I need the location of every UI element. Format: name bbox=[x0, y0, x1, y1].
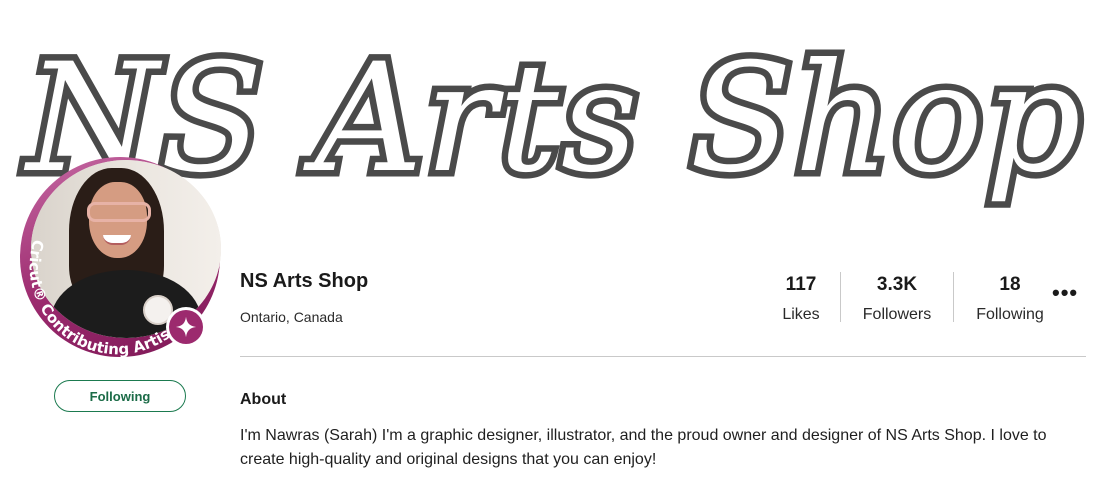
profile-location: Ontario, Canada bbox=[240, 309, 343, 325]
profile-name: NS Arts Shop bbox=[240, 270, 369, 292]
following-button[interactable]: Following bbox=[54, 380, 186, 412]
sparkle-icon bbox=[175, 316, 197, 338]
svg-text:Cricut® Contributing Artist: Cricut® Contributing Artist bbox=[20, 157, 173, 357]
followers-count: 3.3K bbox=[876, 274, 918, 295]
stat-following[interactable]: 18 Following bbox=[968, 270, 1052, 324]
about-text: I'm Nawras (Sarah) I'm a graphic designe… bbox=[240, 427, 1047, 468]
contributing-artist-badge bbox=[166, 307, 206, 347]
followers-label: Followers bbox=[862, 306, 932, 323]
stats-divider bbox=[840, 272, 841, 322]
stat-followers[interactable]: 3.3K Followers bbox=[853, 270, 941, 324]
stat-likes[interactable]: 117 Likes bbox=[768, 270, 834, 324]
following-label: Following bbox=[976, 306, 1044, 323]
avatar: Cricut® Contributing Artist bbox=[20, 157, 221, 357]
likes-label: Likes bbox=[782, 306, 820, 323]
stats-divider bbox=[953, 272, 954, 322]
likes-count: 117 bbox=[785, 274, 817, 295]
section-divider bbox=[240, 356, 1086, 357]
more-dots-icon[interactable]: ••• bbox=[1052, 280, 1078, 306]
about-heading: About bbox=[240, 391, 287, 408]
following-count: 18 bbox=[999, 274, 1021, 295]
